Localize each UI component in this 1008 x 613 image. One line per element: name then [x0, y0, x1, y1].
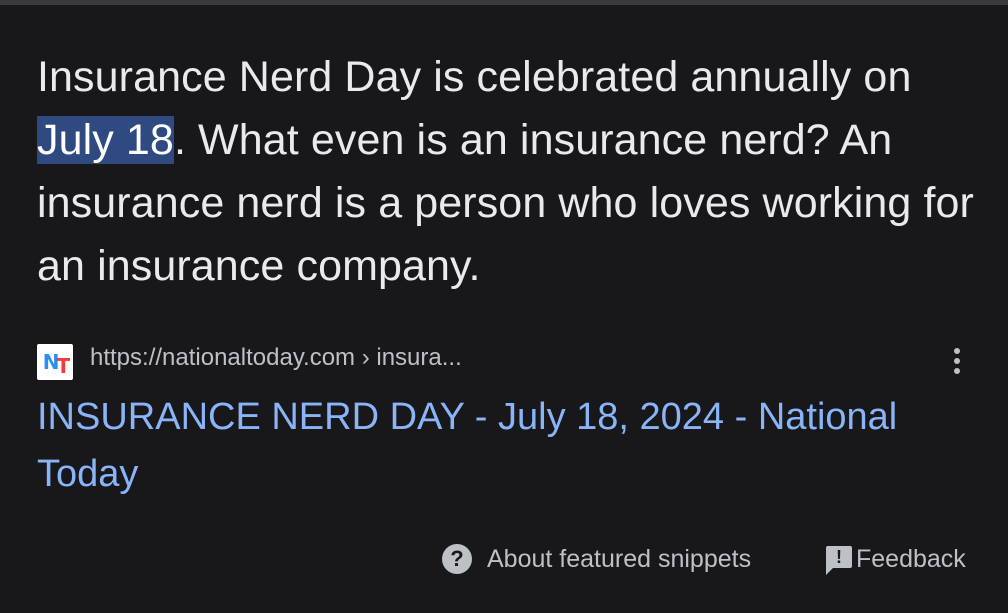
help-icon: ? [442, 544, 472, 574]
about-featured-snippets-button[interactable]: ? About featured snippets [442, 542, 751, 576]
more-vert-icon[interactable] [939, 339, 975, 383]
source-url[interactable]: https://nationaltoday.com › insura... [90, 342, 462, 374]
result-title-link[interactable]: INSURANCE NERD DAY - July 18, 2024 - Nat… [37, 389, 957, 503]
snippet-text: Insurance Nerd Day is celebrated annuall… [37, 46, 977, 298]
site-favicon: NT [37, 344, 73, 380]
snippet-highlight: July 18 [37, 116, 174, 164]
feedback-icon: ! [826, 546, 852, 575]
featured-snippet-card: Insurance Nerd Day is celebrated annuall… [0, 5, 1008, 613]
snippet-text-before: Insurance Nerd Day is celebrated annuall… [37, 53, 912, 101]
snippet-text-after: . What even is an insurance nerd? An ins… [37, 116, 974, 290]
feedback-label: Feedback [856, 544, 966, 573]
snippet-footer: ? About featured snippets ! Feedback [0, 539, 1008, 579]
about-label: About featured snippets [487, 544, 752, 573]
feedback-button[interactable]: ! Feedback [826, 542, 966, 576]
source-row[interactable]: NT https://nationaltoday.com › insura... [37, 339, 977, 380]
